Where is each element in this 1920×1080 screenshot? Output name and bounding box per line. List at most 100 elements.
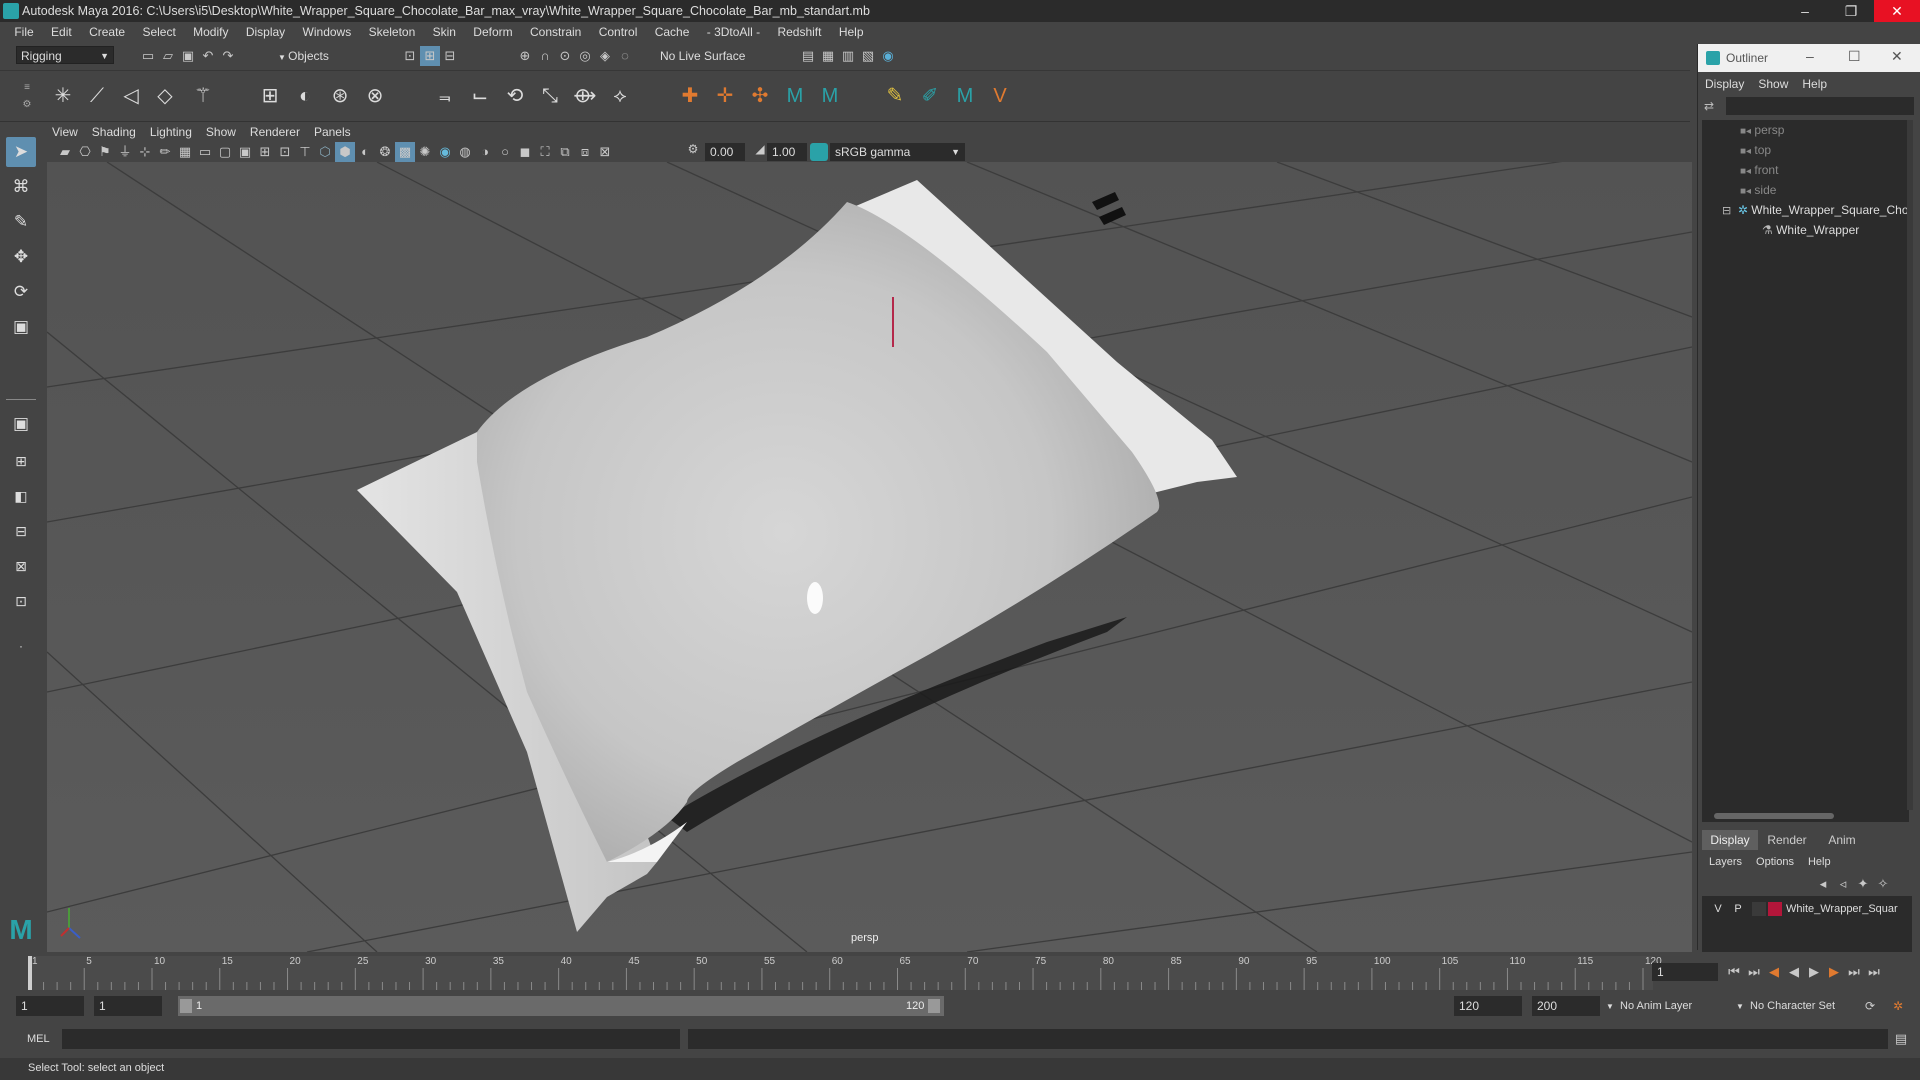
save-scene-icon[interactable]: ▣ [178,46,198,66]
menu-3dtoall[interactable]: - 3DtoAll - [700,22,767,42]
live-surface-field[interactable]: No Live Surface [660,47,745,65]
anti-aliasing-icon[interactable]: ○ [495,142,515,162]
depth-of-field-icon[interactable]: ◼ [515,142,535,162]
panel-menu-lighting[interactable]: Lighting [143,122,199,142]
lights-icon[interactable]: ✺ [415,142,435,162]
new-scene-icon[interactable]: ▭ [138,46,158,66]
snap-curve-icon[interactable]: ∩ [535,46,555,66]
snap-view-icon[interactable]: ◎ [575,46,595,66]
persp-graph-icon[interactable]: ⊟ [6,516,36,546]
redo-icon[interactable]: ↷ [218,46,238,66]
viewport-persp[interactable]: persp [47,162,1692,952]
wrap-icon[interactable]: ⊛ [325,81,355,111]
snap-live-icon[interactable]: ◌ [615,46,635,66]
rotate-tool-icon[interactable]: ⟳ [6,277,36,307]
safe-action-icon[interactable]: ⊡ [275,142,295,162]
layer-visibility-toggle[interactable]: V [1710,900,1726,918]
go-to-end-icon[interactable]: ⏭ [1864,962,1884,982]
layer-playback-toggle[interactable]: P [1730,900,1746,918]
snap-grid-icon[interactable]: ⊕ [515,46,535,66]
select-hierarchy-icon[interactable]: ⊡ [400,46,420,66]
layer-menu-help[interactable]: Help [1801,852,1838,872]
panel-menu-panels[interactable]: Panels [307,122,358,142]
outliner-item-group[interactable]: ⊟ ✲ White_Wrapper_Square_Cho [1722,200,1909,220]
cluster-handle-icon[interactable]: ✣ [745,81,775,111]
outliner-item-mesh[interactable]: ⚗ White_Wrapper [1762,220,1859,240]
step-forward-frame-icon[interactable]: ▶ [1824,962,1844,982]
color-management-icon[interactable] [810,143,828,161]
outliner-filter-icon[interactable]: ⇄ [1704,99,1720,115]
bounding-box-icon[interactable]: ❂ [375,142,395,162]
hypershade-icon[interactable]: ◉ [878,46,898,66]
gate-mask-icon[interactable]: ▣ [235,142,255,162]
panel-menu-renderer[interactable]: Renderer [243,122,307,142]
menu-redshift[interactable]: Redshift [770,22,828,42]
menu-windows[interactable]: Windows [296,22,359,42]
range-slider-handle[interactable]: 1 120 [178,996,944,1016]
time-slider-track[interactable]: 1 5 10 15 20 25 30 35 40 45 50 55 60 65 70 75 80 85 90 95 10… [28,956,1662,990]
xray-icon[interactable]: ⧉ [555,142,575,162]
blendshape-icon[interactable]: ⊗ [360,81,390,111]
isolate-select-icon[interactable]: ⛶ [535,142,555,162]
menu-help[interactable]: Help [832,22,871,42]
menu-file[interactable]: File [7,22,40,42]
muscle-skin-icon[interactable]: M [815,81,845,111]
step-back-key-icon[interactable]: ⏭ [1744,962,1764,982]
menu-skin[interactable]: Skin [426,22,463,42]
panel-menu-show[interactable]: Show [199,122,243,142]
outliner-item-persp[interactable]: ■◂ persp [1740,120,1784,140]
move-tool-icon[interactable]: ✥ [6,242,36,272]
safe-title-icon[interactable]: ⊤ [295,142,315,162]
film-gate-icon[interactable]: ▭ [195,142,215,162]
menu-modify[interactable]: Modify [186,22,235,42]
colorspace-dropdown[interactable]: sRGB gamma ▼ [830,143,965,161]
resolution-gate-icon[interactable]: ▢ [215,142,235,162]
playback-start-field[interactable]: 1 [94,996,162,1016]
outliner-item-side[interactable]: ■◂ side [1740,180,1776,200]
aim-constraint-icon[interactable]: ⟴ [570,81,600,111]
xray-components-icon[interactable]: ⊠ [595,142,615,162]
command-input[interactable] [62,1029,680,1049]
image-plane-icon[interactable]: ⏚ [115,142,135,162]
selection-mode-dropdown[interactable]: ▼ Objects [278,47,378,65]
gamma-field[interactable]: 1.00 [767,143,807,161]
play-backward-icon[interactable]: ◀ [1784,962,1804,982]
toolbox-more-icon[interactable]: · [6,631,36,661]
cluster-icon[interactable]: ◐ [290,81,320,111]
menu-cache[interactable]: Cache [648,22,697,42]
render-frame-icon[interactable]: ▦ [818,46,838,66]
menu-deform[interactable]: Deform [466,22,519,42]
range-end-grip[interactable] [928,999,940,1013]
outliner-search-input[interactable] [1726,97,1914,115]
maximize-button[interactable]: ❐ [1828,0,1874,22]
paint-select-icon[interactable]: ✎ [6,207,36,237]
outliner-item-top[interactable]: ■◂ top [1740,140,1771,160]
outliner-menu-display[interactable]: Display [1698,74,1751,94]
ipr-render-icon[interactable]: ▥ [838,46,858,66]
grease-pencil-icon[interactable]: ✏ [155,142,175,162]
shelf-menu-icon[interactable]: ≡ ⚙ [20,79,34,113]
scale-tool-icon[interactable]: ▣ [6,312,36,342]
two-d-pan-icon[interactable]: ⊹ [135,142,155,162]
menu-set-dropdown[interactable]: Rigging ▼ [16,46,114,64]
render-settings-icon[interactable]: ▤ [798,46,818,66]
step-forward-key-icon[interactable]: ⏭ [1844,962,1864,982]
ik-spline-icon[interactable]: ◁ [116,81,146,111]
play-forward-icon[interactable]: ▶ [1804,962,1824,982]
outliner-close-button[interactable]: ✕ [1891,48,1903,65]
layer-type-toggle[interactable] [1752,902,1766,916]
outliner-vertical-scrollbar[interactable] [1907,120,1913,810]
grid-icon[interactable]: ▦ [175,142,195,162]
ik-handle-icon[interactable]: ⟋ [82,81,112,111]
menu-create[interactable]: Create [82,22,132,42]
animation-prefs-icon[interactable]: ✲ [1888,996,1908,1016]
current-time-indicator[interactable] [28,956,32,990]
locator-icon[interactable]: ✚ [675,81,705,111]
layer-menu-options[interactable]: Options [1749,852,1801,872]
outliner-horizontal-scrollbar[interactable] [1702,810,1909,822]
exposure-icon[interactable]: ⚙ [683,142,703,156]
sculpt-icon[interactable]: ✐ [915,81,945,111]
collapse-icon[interactable]: ⊟ [1722,205,1731,217]
menu-edit[interactable]: Edit [44,22,79,42]
outliner-menu-help[interactable]: Help [1795,74,1834,94]
